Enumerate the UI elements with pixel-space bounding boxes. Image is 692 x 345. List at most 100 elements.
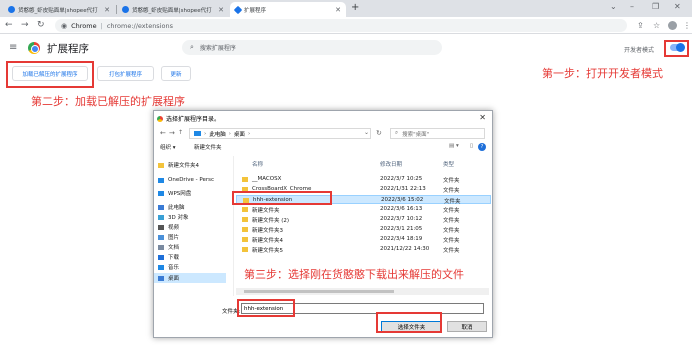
file-row[interactable]: 新建文件夹 (2) 2022/3/7 10:12 文件夹 bbox=[236, 215, 491, 224]
close-icon[interactable]: ✕ bbox=[218, 6, 224, 14]
highlight-select-button bbox=[376, 312, 442, 333]
file-date: 2022/3/6 15:02 bbox=[381, 197, 424, 203]
dialog-search-placeholder: 搜索"桌面" bbox=[402, 131, 430, 138]
puzzle-icon bbox=[233, 5, 243, 14]
file-name: 新建文件夹 (2) bbox=[252, 218, 290, 224]
extensions-search-input[interactable]: ⌕ 搜索扩展程序 bbox=[182, 40, 442, 55]
tab-1[interactable]: 货憨憨_虾皮贴面单|shopee代打 ✕ bbox=[3, 2, 115, 17]
refresh-icon[interactable]: ↻ bbox=[376, 129, 382, 137]
file-date: 2022/3/4 18:19 bbox=[380, 236, 423, 242]
file-row[interactable]: 新建文件夹4 2022/3/4 18:19 文件夹 bbox=[236, 235, 491, 244]
navigation-pane: 新建文件夹4 OneDrive - Persc WPS网盘此电脑 3D 对象 视频 图片文… bbox=[154, 156, 234, 296]
file-name: 新建文件夹5 bbox=[252, 248, 283, 254]
chevron-right-icon: › bbox=[204, 130, 207, 137]
minimize-icon[interactable]: – bbox=[630, 2, 634, 11]
window-close-icon[interactable]: ✕ bbox=[674, 2, 681, 11]
nav-pane-item[interactable]: 3D 对象 bbox=[158, 212, 188, 222]
file-row[interactable]: 新建文件夹3 2022/3/1 21:05 文件夹 bbox=[236, 225, 491, 234]
nav-pane-item[interactable]: 下载 bbox=[158, 252, 179, 262]
path-segment-pc[interactable]: 此电脑 bbox=[209, 130, 226, 138]
folder-icon bbox=[158, 275, 164, 281]
cancel-button[interactable]: 取消 bbox=[447, 321, 487, 332]
highlight-selected-folder bbox=[232, 191, 332, 205]
address-separator: | bbox=[100, 21, 103, 30]
file-type: 文件夹 bbox=[444, 199, 461, 205]
nav-pane-item[interactable]: 视频 bbox=[158, 222, 179, 232]
nav-pane-item[interactable]: 音乐 bbox=[158, 262, 179, 272]
close-icon[interactable]: ✕ bbox=[104, 6, 110, 14]
more-menu-icon[interactable]: ⋮ bbox=[683, 21, 691, 30]
chevron-down-icon[interactable]: ⌄ bbox=[610, 2, 617, 11]
restore-icon[interactable]: ❐ bbox=[652, 2, 659, 11]
file-row[interactable]: 新建文件夹5 2021/12/22 14:30 文件夹 bbox=[236, 245, 491, 254]
nav-pane-item[interactable]: 此电脑 bbox=[158, 202, 185, 212]
up-arrow-icon[interactable]: ↑ bbox=[178, 129, 183, 136]
tab-3[interactable]: 扩展程序 ✕ bbox=[230, 2, 346, 17]
folder-icon bbox=[158, 162, 164, 168]
forward-arrow-icon[interactable]: → bbox=[169, 129, 175, 137]
share-icon[interactable]: ⇪ bbox=[637, 21, 644, 30]
forward-arrow-icon[interactable]: → bbox=[21, 20, 29, 30]
layout-icon[interactable]: ▯ bbox=[470, 143, 473, 149]
update-button[interactable]: 更新 bbox=[161, 66, 191, 81]
nav-pane-item[interactable]: 桌面 bbox=[154, 273, 226, 283]
nav-pane-item[interactable]: 新建文件夹4 bbox=[158, 160, 199, 170]
organize-menu[interactable]: 组织 ▾ bbox=[160, 143, 176, 151]
highlight-load-button bbox=[6, 61, 94, 88]
help-icon[interactable]: ? bbox=[478, 143, 486, 151]
tab-2[interactable]: 货憨憨_虾皮贴面单|shopee代打 ✕ bbox=[117, 2, 229, 17]
nav-pane-item[interactable]: WPS网盘 bbox=[158, 188, 191, 198]
nav-pane-item[interactable]: 图片 bbox=[158, 232, 179, 242]
back-arrow-icon[interactable]: ← bbox=[5, 20, 13, 30]
nav-pane-item[interactable]: OneDrive - Persc bbox=[158, 175, 214, 185]
file-date: 2022/3/7 10:25 bbox=[380, 176, 423, 182]
dialog-search-input[interactable]: ⌕ 搜索"桌面" bbox=[390, 128, 485, 139]
column-header-date[interactable]: 修改日期 bbox=[380, 160, 402, 168]
close-icon[interactable]: ✕ bbox=[335, 6, 341, 14]
dialog-toolbar: 组织 ▾ 新建文件夹 ▤ ▾ ▯ ? bbox=[154, 143, 492, 153]
nav-pane-item-label: 新建文件夹4 bbox=[168, 163, 199, 169]
file-name: 新建文件夹 bbox=[252, 208, 280, 214]
column-header-type[interactable]: 类型 bbox=[443, 160, 454, 168]
star-icon[interactable]: ☆ bbox=[653, 21, 660, 30]
file-row[interactable]: 新建文件夹 2022/3/6 16:13 文件夹 bbox=[236, 205, 491, 214]
nav-pane-item-label: WPS网盘 bbox=[168, 191, 192, 197]
chevron-down-icon[interactable]: ⌄ bbox=[364, 129, 369, 136]
file-date: 2022/3/1 21:05 bbox=[380, 226, 423, 232]
developer-mode-label: 开发者模式 bbox=[624, 47, 655, 54]
close-icon[interactable]: ✕ bbox=[479, 113, 486, 122]
tab-1-favicon-icon bbox=[8, 6, 15, 13]
new-folder-button[interactable]: 新建文件夹 bbox=[194, 143, 222, 151]
dialog-address-bar[interactable]: › 此电脑 › 桌面 › bbox=[189, 128, 371, 139]
reload-icon[interactable]: ↻ bbox=[37, 20, 45, 30]
file-name: 新建文件夹4 bbox=[252, 238, 283, 244]
nav-pane-item-label: 下载 bbox=[168, 255, 180, 261]
column-header-name[interactable]: 名称 bbox=[252, 160, 263, 168]
file-date: 2022/1/31 22:13 bbox=[380, 186, 426, 192]
hamburger-menu-icon[interactable]: ≡ bbox=[9, 42, 17, 53]
highlight-dev-toggle bbox=[664, 40, 689, 57]
horizontal-scrollbar[interactable] bbox=[236, 288, 489, 295]
chrome-logo bbox=[28, 42, 40, 54]
nav-pane-item[interactable]: 文档 bbox=[158, 242, 179, 252]
file-name: __MACOSX bbox=[252, 176, 282, 182]
file-row[interactable]: __MACOSX 2022/3/7 10:25 文件夹 bbox=[236, 175, 491, 184]
site-label: Chrome bbox=[71, 21, 97, 30]
file-type: 文件夹 bbox=[443, 208, 460, 214]
new-tab-button[interactable]: + bbox=[351, 2, 359, 13]
file-type: 文件夹 bbox=[443, 188, 460, 194]
avatar[interactable] bbox=[668, 21, 677, 30]
view-options-icon[interactable]: ▤ ▾ bbox=[449, 143, 459, 149]
path-segment-desktop[interactable]: 桌面 bbox=[234, 130, 245, 138]
search-icon: ⌕ bbox=[190, 43, 194, 51]
nav-pane-item-label: 桌面 bbox=[168, 276, 180, 282]
dialog-nav-bar: ← → ↑ › 此电脑 › 桌面 › ⌄ ↻ ⌕ 搜索"桌面" bbox=[154, 127, 492, 141]
file-date: 2022/3/6 16:13 bbox=[380, 206, 423, 212]
back-arrow-icon[interactable]: ← bbox=[160, 129, 166, 137]
folder-icon bbox=[158, 244, 164, 250]
highlight-filename-input bbox=[237, 299, 295, 317]
pack-extension-button[interactable]: 打包扩展程序 bbox=[97, 66, 154, 81]
search-icon: ⌕ bbox=[395, 130, 399, 136]
scrollbar-thumb[interactable] bbox=[244, 290, 394, 293]
address-bar[interactable]: ◉ Chrome | chrome://extensions bbox=[55, 19, 627, 32]
